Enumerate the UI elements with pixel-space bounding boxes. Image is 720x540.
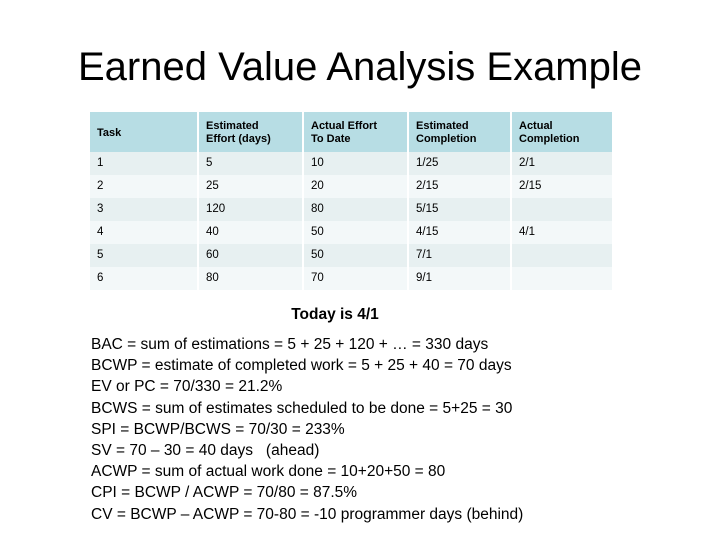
column-header-estimated-completion-line-1: Estimated <box>416 120 469 132</box>
table-header: Task Estimated Effort (days) Actual Effo… <box>90 112 612 152</box>
cell-estimated-completion: 7/1 <box>409 244 510 267</box>
cell-actual-effort: 80 <box>304 198 407 221</box>
cell-estimated-effort: 60 <box>199 244 302 267</box>
formula-line-acwp: ACWP = sum of actual work done = 10+20+5… <box>91 463 446 481</box>
cell-actual-effort: 50 <box>304 221 407 244</box>
cell-estimated-completion: 1/25 <box>409 152 510 175</box>
cell-task: 1 <box>90 152 197 175</box>
cell-actual-effort: 10 <box>304 152 407 175</box>
cell-actual-effort: 50 <box>304 244 407 267</box>
cell-estimated-completion: 9/1 <box>409 267 510 290</box>
table-body: 1 5 10 1/25 2/1 2 25 20 2/15 2/15 3 120 … <box>90 152 612 290</box>
cell-estimated-effort: 80 <box>199 267 302 290</box>
cell-estimated-effort: 120 <box>199 198 302 221</box>
formula-list: BAC = sum of estimations = 5 + 25 + 120 … <box>91 334 711 525</box>
formula-line-spi: SPI = BCWP/BCWS = 70/30 = 233% <box>91 420 345 438</box>
formula-line-cpi: CPI = BCWP / ACWP = 70/80 = 87.5% <box>91 484 358 502</box>
formula-line-bac: BAC = sum of estimations = 5 + 25 + 120 … <box>91 336 489 353</box>
column-header-task-line-1: Task <box>97 126 122 139</box>
page-title: Earned Value Analysis Example <box>77 45 643 89</box>
cell-estimated-completion: 2/15 <box>409 175 510 198</box>
column-header-estimated-completion-line-2: Completion <box>416 133 477 145</box>
column-header-actual-completion-line-2: Completion <box>519 133 580 145</box>
cell-task: 6 <box>90 267 197 290</box>
cell-task: 3 <box>90 198 197 221</box>
cell-estimated-effort: 5 <box>199 152 302 175</box>
table-row: 6 80 70 9/1 <box>90 267 612 290</box>
column-header-estimated-completion: Estimated Completion <box>409 112 510 152</box>
formula-line-ev-pc: EV or PC = 70/330 = 21.2% <box>91 378 283 396</box>
cell-actual-completion <box>512 244 612 267</box>
cell-estimated-completion: 5/15 <box>409 198 510 221</box>
column-header-actual-effort-line-2: To Date <box>311 133 351 145</box>
table-row: 3 120 80 5/15 <box>90 198 612 221</box>
cell-actual-effort: 70 <box>304 267 407 290</box>
column-header-estimated-effort-line-2: Effort (days) <box>206 133 271 145</box>
formula-line-cv: CV = BCWP – ACWP = 70-80 = -10 programme… <box>91 505 524 523</box>
earned-value-table: Task Estimated Effort (days) Actual Effo… <box>88 112 614 290</box>
formula-line-sv: SV = 70 – 30 = 40 days (ahead) <box>91 442 320 460</box>
cell-estimated-effort: 25 <box>199 175 302 198</box>
column-header-actual-completion-line-1: Actual <box>519 120 553 132</box>
column-header-actual-completion: Actual Completion <box>512 112 612 152</box>
cell-estimated-effort: 40 <box>199 221 302 244</box>
formula-line-bcwp: BCWP = estimate of completed work = 5 + … <box>91 357 512 375</box>
table-row: 5 60 50 7/1 <box>90 244 612 267</box>
table-row: 1 5 10 1/25 2/1 <box>90 152 612 175</box>
column-header-estimated-effort-line-1: Estimated <box>206 120 259 132</box>
column-header-actual-effort-line-1: Actual Effort <box>311 120 377 132</box>
cell-actual-effort: 20 <box>304 175 407 198</box>
table-row: 2 25 20 2/15 2/15 <box>90 175 612 198</box>
cell-task: 5 <box>90 244 197 267</box>
cell-actual-completion: 2/1 <box>512 152 612 175</box>
today-date-note: Today is 4/1 <box>291 306 379 323</box>
cell-actual-completion <box>512 198 612 221</box>
cell-actual-completion: 2/15 <box>512 175 612 198</box>
cell-actual-completion: 4/1 <box>512 221 612 244</box>
cell-task: 4 <box>90 221 197 244</box>
column-header-task: Task <box>90 112 197 152</box>
column-header-actual-effort: Actual Effort To Date <box>304 112 407 152</box>
cell-estimated-completion: 4/15 <box>409 221 510 244</box>
table-row: 4 40 50 4/15 4/1 <box>90 221 612 244</box>
table-header-row: Task Estimated Effort (days) Actual Effo… <box>90 112 612 152</box>
formula-line-bcws: BCWS = sum of estimates scheduled to be … <box>91 399 513 417</box>
cell-actual-completion <box>512 267 612 290</box>
cell-task: 2 <box>90 175 197 198</box>
column-header-estimated-effort: Estimated Effort (days) <box>199 112 302 152</box>
